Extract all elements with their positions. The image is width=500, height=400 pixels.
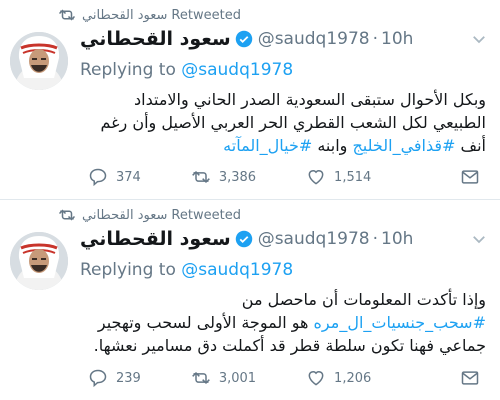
reply-icon — [89, 369, 107, 388]
like-count: 1,514 — [334, 169, 372, 185]
retweet-count: 3,001 — [218, 370, 257, 386]
retweet-icon — [191, 170, 210, 184]
replying-to: Replying to @saudq1978 — [80, 260, 293, 280]
tweet-text-line: أنف #قذافي_الخليج وابنه #خيال_المآته — [66, 134, 486, 157]
author-handle[interactable]: @saudq1978 — [258, 29, 370, 49]
hashtag-link[interactable]: #خيال_المآته — [223, 136, 312, 155]
retweeted-label: Retweeted — [171, 207, 241, 223]
tweet-text-line: جماعي فهنا تكون سلطة قطر قد أكملت دق مسا… — [93, 336, 486, 355]
retweet-icon — [58, 209, 76, 221]
retweet-icon — [191, 371, 210, 385]
replying-to: Replying to @saudq1978 — [80, 60, 293, 80]
retweeted-label: Retweeted — [171, 7, 241, 23]
text-segment: وابنه — [312, 136, 353, 155]
timestamp[interactable]: 10h — [381, 229, 413, 249]
tweet-actions: 374 3,386 1,514 — [88, 167, 488, 187]
tweet-header: سعود القحطاني @saudq1978 · 10h — [80, 228, 413, 250]
like-button[interactable]: 1,206 — [306, 368, 371, 388]
text-segment: أنف — [455, 136, 486, 155]
tweet-text-line: الطبيعي لكل الشعب القطري الحر العربي الأ… — [100, 113, 486, 132]
verified-badge-icon — [235, 230, 252, 248]
retweet-icon — [58, 9, 76, 21]
retweet-button[interactable]: 3,001 — [191, 368, 256, 388]
reply-icon — [89, 168, 107, 187]
author-name[interactable]: سعود القحطاني — [80, 228, 231, 250]
hashtag-link[interactable]: #سحب_جنسيات_ال_مره — [314, 313, 486, 332]
retweet-button[interactable]: 3,386 — [191, 167, 256, 187]
tweet-text-line: وبكل الأحوال ستبقى السعودية الصدر الحاني… — [134, 90, 486, 109]
separator-dot: · — [372, 229, 379, 249]
timestamp[interactable]: 10h — [381, 29, 413, 49]
verified-badge-icon — [235, 30, 252, 48]
direct-message-button[interactable] — [460, 368, 488, 388]
retweeter-name[interactable]: سعود القحطاني — [82, 208, 167, 223]
tweet-actions: 239 3,001 1,206 — [88, 368, 488, 388]
reply-button[interactable]: 374 — [88, 167, 141, 187]
like-button[interactable]: 1,514 — [306, 167, 371, 187]
tweet-text: وبكل الأحوال ستبقى السعودية الصدر الحاني… — [66, 88, 486, 157]
direct-message-icon — [461, 371, 479, 385]
reply-count: 374 — [116, 169, 141, 185]
avatar[interactable] — [10, 32, 68, 90]
avatar[interactable] — [10, 232, 68, 290]
tweet-text: وإذا تأكدت المعلومات أن ماحصل من #سحب_جن… — [66, 288, 486, 357]
reply-button[interactable]: 239 — [88, 368, 141, 388]
reply-mention-link[interactable]: @saudq1978 — [181, 60, 293, 80]
retweet-count: 3,386 — [218, 169, 257, 185]
tweet-text-line: #سحب_جنسيات_ال_مره هو الموجة الأولى لسحب… — [66, 311, 486, 334]
chevron-down-icon[interactable] — [470, 30, 488, 48]
direct-message-icon — [461, 170, 479, 184]
like-count: 1,206 — [334, 370, 372, 386]
reply-count: 239 — [116, 370, 141, 386]
like-icon — [308, 170, 324, 185]
tweet[interactable]: سعود القحطاني Retweeted سعود القحطاني @s… — [0, 200, 500, 400]
replying-prefix: Replying to — [80, 60, 182, 80]
reply-mention-link[interactable]: @saudq1978 — [181, 260, 293, 280]
retweet-context: سعود القحطاني Retweeted — [58, 6, 241, 24]
like-icon — [308, 371, 324, 386]
retweeter-name[interactable]: سعود القحطاني — [82, 8, 167, 23]
tweet[interactable]: سعود القحطاني Retweeted سعود القحطاني @s… — [0, 0, 500, 200]
author-handle[interactable]: @saudq1978 — [258, 229, 370, 249]
replying-prefix: Replying to — [80, 260, 182, 280]
tweet-header: سعود القحطاني @saudq1978 · 10h — [80, 28, 413, 50]
text-segment: هو الموجة الأولى لسحب وتهجير — [97, 313, 314, 332]
retweet-context: سعود القحطاني Retweeted — [58, 206, 241, 224]
separator-dot: · — [372, 29, 379, 49]
tweet-text-line: وإذا تأكدت المعلومات أن ماحصل من — [241, 290, 486, 309]
chevron-down-icon[interactable] — [470, 230, 488, 248]
author-name[interactable]: سعود القحطاني — [80, 28, 231, 50]
hashtag-link[interactable]: #قذافي_الخليج — [352, 136, 455, 155]
direct-message-button[interactable] — [460, 167, 488, 187]
